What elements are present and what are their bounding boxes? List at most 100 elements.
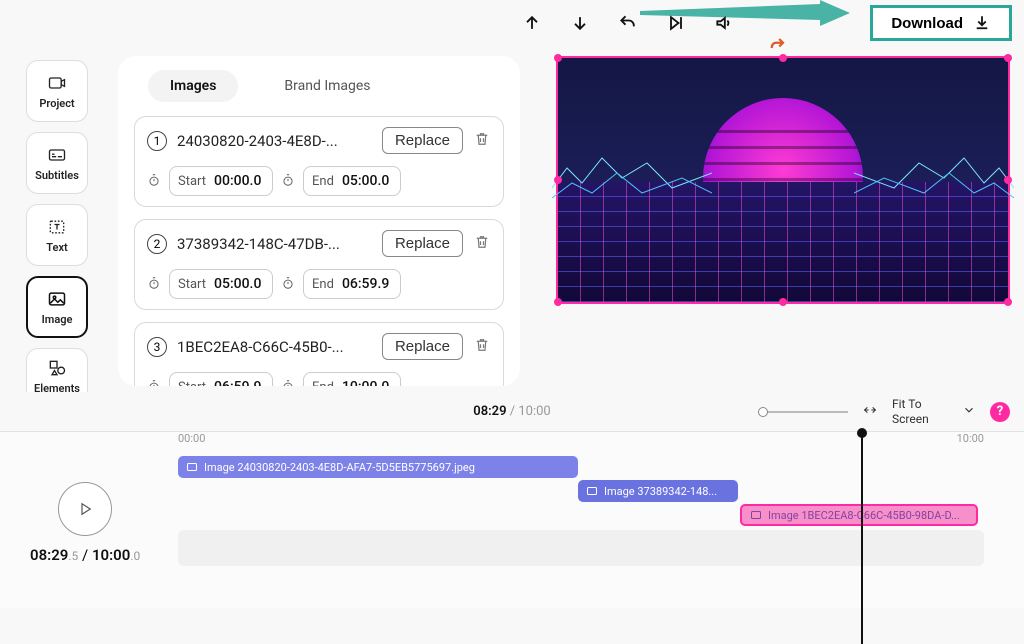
image-filename: 1BEC2EA8-C66C-45B0-...	[177, 338, 372, 356]
audio-track[interactable]	[178, 530, 984, 566]
undo-icon[interactable]	[618, 13, 638, 33]
end-time-field[interactable]: End 05:00.0	[303, 166, 401, 196]
left-rail: Project Subtitles Text Image Elements	[26, 60, 88, 404]
start-label: Start	[178, 174, 206, 189]
resize-handle[interactable]	[1004, 176, 1012, 184]
timeline-clip-selected[interactable]: Image 1BEC2EA8-C66C-45B0-98DA-D...	[740, 504, 978, 526]
end-value: 05:00.0	[342, 173, 392, 189]
playbar: 08:29 / 10:00 Fit To Screen ?	[0, 392, 1024, 432]
trash-icon[interactable]	[473, 130, 491, 152]
image-icon	[45, 289, 69, 309]
time-display: 08:29 / 10:00	[473, 404, 550, 419]
rail-label: Project	[39, 97, 74, 110]
ruler-end: 10:00	[957, 432, 984, 445]
timeline-clip[interactable]: Image 37389342-148...	[578, 480, 738, 502]
clip-label: Image 24030820-2403-4E8D-AFA7-5D5EB57756…	[204, 461, 475, 474]
stopwatch-icon	[281, 378, 295, 387]
download-label: Download	[891, 15, 963, 32]
replace-button[interactable]: Replace	[382, 230, 463, 257]
help-button[interactable]: ?	[990, 402, 1010, 422]
total-time: 10:00	[518, 404, 550, 419]
resize-handle[interactable]	[1004, 54, 1012, 62]
images-panel: Images Brand Images 1 24030820-2403-4E8D…	[118, 56, 520, 386]
zoom-slider[interactable]	[758, 411, 848, 413]
shapes-icon	[45, 358, 69, 378]
preview-mountain-graphic	[854, 148, 1014, 208]
timeline-tracks[interactable]: 00:00 10:00 Image 24030820-2403-4E8D-AFA…	[178, 432, 984, 598]
end-label: End	[312, 174, 334, 189]
fit-icon[interactable]	[862, 402, 878, 422]
chevron-down-icon[interactable]	[962, 402, 976, 421]
resize-handle[interactable]	[554, 176, 562, 184]
resize-handle[interactable]	[1004, 298, 1012, 306]
end-time-field[interactable]: End 10:00.0	[303, 372, 401, 386]
image-card: 1 24030820-2403-4E8D-... Replace Start 0…	[134, 116, 504, 207]
skip-icon[interactable]	[666, 13, 686, 33]
fit-to-screen-label[interactable]: Fit To Screen	[892, 397, 948, 426]
volume-icon[interactable]	[714, 13, 734, 33]
start-value: 06:59.9	[214, 379, 264, 386]
start-label: Start	[178, 380, 206, 387]
subtitles-icon	[45, 145, 69, 165]
trash-icon[interactable]	[473, 233, 491, 255]
resize-handle[interactable]	[554, 298, 562, 306]
item-number: 1	[147, 131, 167, 151]
panel-tabs: Images Brand Images	[134, 70, 504, 102]
text-icon	[45, 217, 69, 237]
replace-button[interactable]: Replace	[382, 127, 463, 154]
play-button[interactable]	[58, 482, 112, 536]
timeline: 08:29.5 / 10:00.0 00:00 10:00 Image 2403…	[0, 432, 1024, 608]
rail-label: Text	[46, 241, 67, 254]
video-icon	[45, 73, 69, 93]
item-number: 3	[147, 337, 167, 357]
toolbar-icons	[522, 13, 734, 33]
stopwatch-icon	[281, 172, 295, 191]
end-label: End	[312, 380, 334, 387]
tab-brand-images[interactable]: Brand Images	[262, 70, 392, 102]
image-icon	[586, 485, 598, 497]
rail-project[interactable]: Project	[26, 60, 88, 122]
resize-handle[interactable]	[779, 298, 787, 306]
rail-label: Image	[42, 313, 73, 326]
image-filename: 24030820-2403-4E8D-...	[177, 132, 372, 150]
start-time-field[interactable]: Start 00:00.0	[169, 166, 273, 196]
preview-canvas[interactable]	[556, 56, 1010, 304]
rail-text[interactable]: Text	[26, 204, 88, 266]
ruler-start: 00:00	[178, 432, 205, 445]
stopwatch-icon	[281, 275, 295, 294]
preview-mountain-graphic	[552, 148, 712, 208]
replace-button[interactable]: Replace	[382, 333, 463, 360]
stopwatch-icon	[147, 275, 161, 294]
playhead[interactable]	[861, 432, 863, 644]
trash-icon[interactable]	[473, 336, 491, 358]
rail-image[interactable]: Image	[26, 276, 88, 338]
resize-handle[interactable]	[779, 54, 787, 62]
clip-label: Image 1BEC2EA8-C66C-45B0-98DA-D...	[768, 509, 960, 522]
current-time: 08:29	[473, 404, 506, 419]
image-card: 3 1BEC2EA8-C66C-45B0-... Replace Start 0…	[134, 322, 504, 386]
play-icon	[76, 500, 94, 518]
timeline-time-display: 08:29.5 / 10:00.0	[30, 546, 140, 564]
image-icon	[186, 461, 198, 473]
start-time-field[interactable]: Start 06:59.9	[169, 372, 273, 386]
stopwatch-icon	[147, 378, 161, 387]
stopwatch-icon	[147, 172, 161, 191]
tab-images[interactable]: Images	[148, 70, 238, 102]
start-label: Start	[178, 277, 206, 292]
end-time-field[interactable]: End 06:59.9	[303, 269, 401, 299]
download-button[interactable]: Download	[870, 5, 1012, 41]
end-value: 10:00.0	[342, 379, 392, 386]
image-card: 2 37389342-148C-47DB-... Replace Start 0…	[134, 219, 504, 310]
end-label: End	[312, 277, 334, 292]
clip-label: Image 37389342-148...	[604, 485, 717, 498]
arrow-down-icon[interactable]	[570, 13, 590, 33]
arrow-up-icon[interactable]	[522, 13, 542, 33]
top-toolbar: Download	[0, 8, 1024, 38]
timeline-clip[interactable]: Image 24030820-2403-4E8D-AFA7-5D5EB57756…	[178, 456, 578, 478]
start-time-field[interactable]: Start 05:00.0	[169, 269, 273, 299]
rail-subtitles[interactable]: Subtitles	[26, 132, 88, 194]
start-value: 00:00.0	[214, 173, 264, 189]
item-number: 2	[147, 234, 167, 254]
image-icon	[750, 509, 762, 521]
resize-handle[interactable]	[554, 54, 562, 62]
